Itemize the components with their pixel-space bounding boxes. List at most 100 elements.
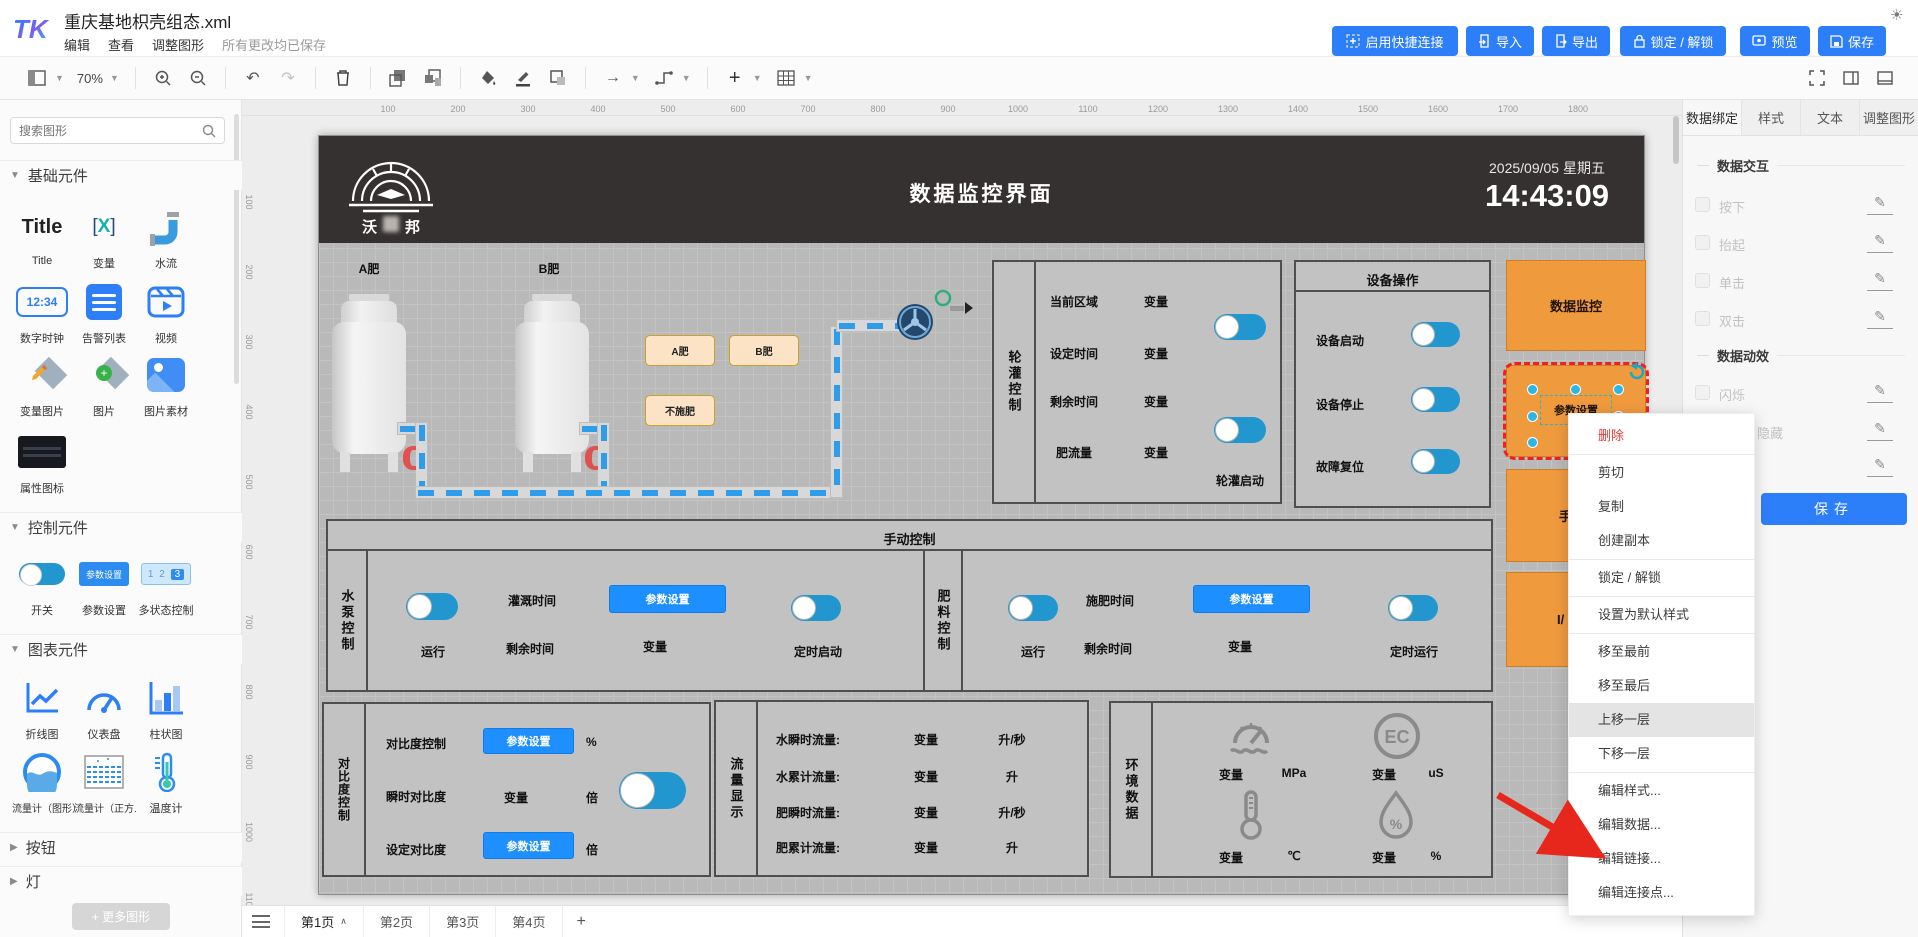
export-button[interactable]: 导出: [1542, 26, 1610, 56]
shape-item-alarm-list[interactable]: 告警列表: [74, 280, 134, 346]
rotate-handle-icon[interactable]: [1627, 362, 1647, 382]
valve-icon[interactable]: [585, 446, 598, 470]
connector-dropdown-icon[interactable]: ▼: [682, 73, 691, 83]
menu-item-copy[interactable]: 复制: [1569, 490, 1754, 524]
edit-pencil-icon[interactable]: ✎: [1867, 420, 1893, 441]
shape-item-image-asset[interactable]: 图片素材: [136, 353, 196, 419]
menu-item-lock-unlock[interactable]: 锁定 / 解锁: [1569, 561, 1754, 595]
add-dropdown-icon[interactable]: ▼: [753, 73, 762, 83]
contrast-toggle[interactable]: [619, 772, 686, 809]
selection-handle[interactable]: [1613, 384, 1624, 395]
shape-item-attribute-icon[interactable]: 属性图标: [12, 430, 72, 496]
pump-param-button[interactable]: 参数设置: [609, 585, 726, 613]
table-dropdown-icon[interactable]: ▼: [804, 73, 813, 83]
arrow-dropdown-icon[interactable]: ▼: [631, 73, 640, 83]
menu-item-bring-to-front[interactable]: 移至最前: [1569, 635, 1754, 669]
table-grid-icon[interactable]: [775, 67, 797, 89]
connector-style-icon[interactable]: [653, 67, 675, 89]
arrow-style-icon[interactable]: →: [602, 67, 624, 89]
section-buttons[interactable]: ▶ 按钮: [0, 832, 242, 862]
edit-pencil-icon[interactable]: ✎: [1867, 456, 1893, 477]
canvas-scrollbar[interactable]: [1673, 116, 1679, 164]
menu-item-edit-style[interactable]: 编辑样式...: [1569, 774, 1754, 808]
edit-pencil-icon[interactable]: ✎: [1867, 232, 1893, 253]
menu-item-edit-link[interactable]: 编辑链接...: [1569, 842, 1754, 876]
menu-item-edit-data[interactable]: 编辑数据...: [1569, 808, 1754, 842]
pump-timer-toggle[interactable]: [791, 595, 841, 621]
menu-view[interactable]: 查看: [108, 35, 134, 54]
menu-item-cut[interactable]: 剪切: [1569, 456, 1754, 490]
shape-item-title[interactable]: Title Title: [12, 205, 72, 267]
panel-save-button[interactable]: 保存: [1761, 493, 1907, 525]
nav-data-monitor-button[interactable]: 数据监控: [1506, 260, 1646, 351]
menu-item-send-backward[interactable]: 下移一层: [1569, 737, 1754, 771]
contrast-param-button-1[interactable]: 参数设置: [483, 728, 574, 754]
contrast-param-button-2[interactable]: 参数设置: [483, 832, 574, 859]
shape-item-gauge[interactable]: 仪表盘: [74, 676, 134, 742]
checkbox[interactable]: [1695, 385, 1710, 400]
bring-to-front-icon[interactable]: [387, 67, 409, 89]
checkbox[interactable]: [1695, 273, 1710, 288]
add-shape-icon[interactable]: +: [724, 67, 746, 89]
device-stop-toggle[interactable]: [1411, 387, 1460, 412]
section-basic-elements[interactable]: ▼ 基础元件: [0, 160, 242, 190]
toggle-panel-icon[interactable]: [1840, 67, 1862, 89]
fill-color-icon[interactable]: [477, 67, 499, 89]
edit-pencil-icon[interactable]: ✎: [1867, 194, 1893, 215]
selection-handle[interactable]: [1527, 411, 1538, 422]
shape-item-video[interactable]: 视频: [136, 280, 196, 346]
fert-timer-toggle[interactable]: [1388, 595, 1438, 621]
page-tab-3[interactable]: 第3页: [430, 906, 496, 937]
more-shapes-button[interactable]: + 更多图形: [72, 903, 170, 930]
fert-a-button[interactable]: A肥: [645, 335, 715, 366]
zoom-level[interactable]: 70%: [77, 71, 103, 86]
zoom-dropdown-icon[interactable]: ▼: [110, 73, 119, 83]
section-lights[interactable]: ▶ 灯: [0, 866, 242, 896]
tab-style[interactable]: 样式: [1742, 100, 1801, 135]
page-tab-2[interactable]: 第2页: [364, 906, 430, 937]
menu-item-bring-forward[interactable]: 上移一层: [1569, 703, 1754, 737]
checkbox[interactable]: [1695, 235, 1710, 250]
valve-icon[interactable]: [403, 446, 416, 470]
zoom-out-icon[interactable]: [187, 67, 209, 89]
section-chart-elements[interactable]: ▼ 图表元件: [0, 634, 242, 664]
canvas-area[interactable]: 1002003004005006007008009001000110012001…: [242, 100, 1682, 937]
fertilizer-tank-a[interactable]: [332, 294, 406, 480]
line-color-icon[interactable]: [512, 67, 534, 89]
pump-icon[interactable]: [897, 304, 933, 340]
fertilizer-tank-b[interactable]: [515, 294, 589, 480]
import-button[interactable]: 导入: [1466, 26, 1534, 56]
menu-item-delete[interactable]: 删除: [1569, 419, 1754, 453]
shape-style-icon[interactable]: [547, 67, 569, 89]
search-input[interactable]: [19, 124, 202, 138]
pump-run-toggle[interactable]: [406, 593, 458, 620]
shape-item-variable[interactable]: [X] 变量: [74, 205, 134, 271]
menu-edit[interactable]: 编辑: [64, 35, 90, 54]
redo-icon[interactable]: ↷: [277, 67, 299, 89]
menu-item-edit-anchors[interactable]: 编辑连接点...: [1569, 876, 1754, 910]
shape-item-multi-state[interactable]: 123 多状态控制: [136, 552, 196, 618]
selection-handle[interactable]: [1527, 437, 1538, 448]
menu-item-set-default-style[interactable]: 设置为默认样式: [1569, 598, 1754, 632]
pages-menu-icon[interactable]: [252, 915, 270, 928]
shape-item-thermometer[interactable]: 温度计: [136, 750, 196, 816]
rotation-toggle-1[interactable]: [1214, 314, 1266, 340]
enable-quick-connect-button[interactable]: 启用快捷连接: [1332, 26, 1458, 56]
shape-item-switch[interactable]: 开关: [12, 552, 72, 618]
menu-adjust-shape[interactable]: 调整图形: [152, 35, 204, 54]
zoom-in-icon[interactable]: [152, 67, 174, 89]
section-control-elements[interactable]: ▼ 控制元件: [0, 512, 242, 542]
tab-data-binding[interactable]: 数据绑定: [1683, 100, 1742, 135]
collapse-icon[interactable]: [1874, 67, 1896, 89]
fert-b-button[interactable]: B肥: [729, 335, 799, 366]
save-button[interactable]: 保存: [1818, 26, 1886, 56]
undo-icon[interactable]: ↶: [242, 67, 264, 89]
no-fert-button[interactable]: 不施肥: [645, 395, 715, 426]
menu-item-duplicate[interactable]: 创建副本: [1569, 524, 1754, 558]
menu-item-send-to-back[interactable]: 移至最后: [1569, 669, 1754, 703]
add-page-button[interactable]: +: [563, 913, 600, 931]
preview-button[interactable]: 预览: [1740, 26, 1810, 56]
fullscreen-icon[interactable]: [1806, 67, 1828, 89]
layout-panel-icon[interactable]: [26, 67, 48, 89]
layout-dropdown-icon[interactable]: ▼: [55, 73, 64, 83]
